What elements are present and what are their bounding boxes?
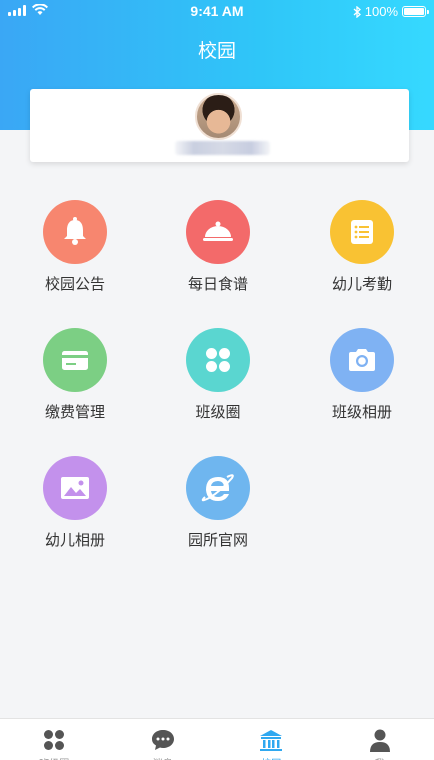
grid-item-label: 幼儿相册	[44, 531, 105, 549]
grid-item-dish-cover[interactable]: 每日食谱	[146, 200, 290, 294]
chat-bubble-icon	[109, 719, 218, 757]
tab-school-building[interactable]: 校园	[217, 719, 326, 760]
blurred-name	[175, 141, 270, 155]
battery-percent: 100%	[364, 4, 398, 19]
grid-item-checklist[interactable]: 幼儿考勤	[290, 200, 434, 294]
grid-item-browser-e[interactable]: 园所官网	[146, 456, 290, 550]
four-petal-icon	[186, 328, 250, 392]
avatar[interactable]	[195, 93, 242, 140]
picture-icon	[43, 456, 107, 520]
tab-label: 我	[326, 755, 434, 760]
tab-label: 校园	[217, 755, 326, 760]
grid-item-label: 幼儿考勤	[331, 275, 392, 293]
camera-icon	[330, 328, 394, 392]
grid-item-four-petal[interactable]: 班级圈	[146, 328, 290, 422]
four-petal-icon	[0, 719, 109, 757]
tab-four-petal[interactable]: 班级圈	[0, 719, 109, 760]
battery-icon	[402, 6, 429, 17]
bluetooth-icon	[353, 5, 361, 18]
grid-item-label: 园所官网	[187, 531, 248, 549]
profile-card[interactable]	[30, 89, 409, 162]
bell-icon	[43, 200, 107, 264]
person-icon	[326, 719, 434, 757]
card-icon	[43, 328, 107, 392]
dish-cover-icon	[186, 200, 250, 264]
grid-item-bell[interactable]: 校园公告	[3, 200, 147, 294]
page-title: 校园	[197, 40, 236, 62]
tab-person[interactable]: 我	[326, 719, 434, 760]
grid-item-label: 班级圈	[195, 403, 241, 421]
browser-e-icon	[186, 456, 250, 520]
grid-item-label: 缴费管理	[44, 403, 105, 421]
grid-item-label: 校园公告	[44, 275, 105, 293]
tab-label: 班级圈	[0, 755, 109, 760]
tab-bar: 班级圈消息校园我	[0, 718, 434, 760]
tab-label: 消息	[109, 755, 218, 760]
school-building-icon	[217, 719, 326, 757]
status-bar: 9:41 AM 100%	[0, 0, 434, 22]
tab-chat-bubble[interactable]: 消息	[109, 719, 218, 760]
grid-item-picture[interactable]: 幼儿相册	[3, 456, 147, 550]
checklist-icon	[330, 200, 394, 264]
grid-item-label: 班级相册	[331, 403, 392, 421]
grid-item-card[interactable]: 缴费管理	[3, 328, 147, 422]
grid-item-camera[interactable]: 班级相册	[290, 328, 434, 422]
grid-item-label: 每日食谱	[187, 275, 248, 293]
